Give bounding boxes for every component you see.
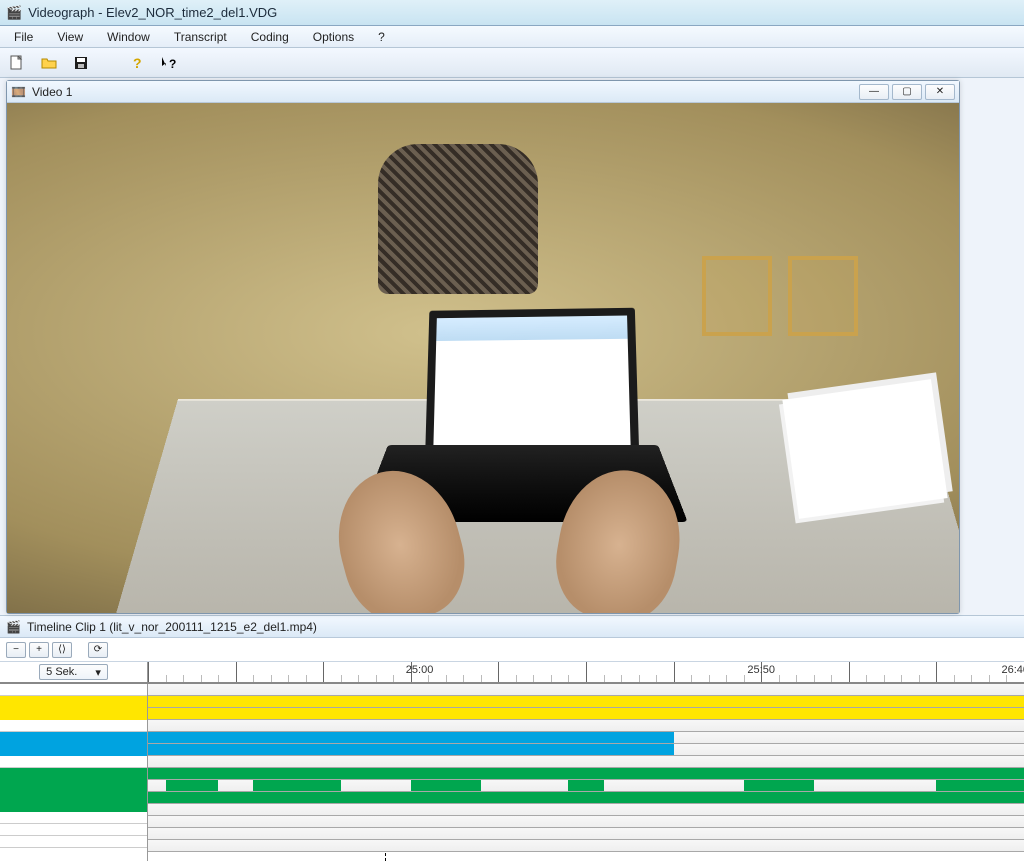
track-label-column: [0, 684, 148, 861]
track-row[interactable]: [148, 732, 1024, 744]
segment[interactable]: [148, 732, 674, 743]
segment[interactable]: [148, 708, 1024, 719]
track-label-blue[interactable]: [0, 732, 147, 756]
track-row[interactable]: [148, 792, 1024, 804]
track-row[interactable]: [148, 744, 1024, 756]
markers-button[interactable]: ⟨⟩: [52, 642, 72, 658]
video-window-titlebar[interactable]: 🎞️ Video 1 — ▢ ✕: [7, 81, 959, 103]
track-row[interactable]: [148, 816, 1024, 828]
open-file-button[interactable]: [38, 52, 60, 74]
chevron-down-icon: ▾: [95, 666, 101, 679]
timescale-dropdown[interactable]: 5 Sek. ▾: [39, 664, 108, 680]
track-row[interactable]: [148, 708, 1024, 720]
titlebar: 🎬 Videograph - Elev2_NOR_time2_del1.VDG: [0, 0, 1024, 26]
segment[interactable]: [568, 780, 603, 791]
save-icon: [73, 55, 89, 71]
menu-options[interactable]: Options: [303, 28, 364, 46]
menu-help[interactable]: ?: [368, 28, 395, 46]
zoom-out-button[interactable]: −: [6, 642, 26, 658]
reset-icon: ⟳: [94, 644, 102, 655]
track-label-green[interactable]: [0, 768, 147, 812]
segment[interactable]: [744, 780, 814, 791]
segment[interactable]: [166, 780, 219, 791]
svg-text:?: ?: [169, 57, 176, 71]
reset-button[interactable]: ⟳: [88, 642, 108, 658]
app-icon: 🎬: [6, 5, 22, 21]
minimize-icon: —: [869, 87, 879, 97]
timeline-titlebar[interactable]: 🎬 Timeline Clip 1 (lit_v_nor_200111_1215…: [0, 616, 1024, 638]
timeline-tracks[interactable]: [148, 684, 1024, 861]
video-window-icon: 🎞️: [11, 85, 26, 99]
help-icon: ?: [129, 55, 145, 71]
plus-icon: +: [36, 644, 42, 655]
timeline-ruler[interactable]: 25:00 25:50 26:40: [148, 662, 1024, 682]
new-file-button[interactable]: [6, 52, 28, 74]
track-row[interactable]: [148, 756, 1024, 768]
segment[interactable]: [148, 744, 674, 755]
svg-text:?: ?: [133, 55, 142, 71]
segment[interactable]: [253, 780, 341, 791]
timeline-title-text: Timeline Clip 1 (lit_v_nor_200111_1215_e…: [27, 620, 317, 634]
menu-transcript[interactable]: Transcript: [164, 28, 237, 46]
maximize-icon: ▢: [902, 87, 911, 97]
menu-coding[interactable]: Coding: [241, 28, 299, 46]
segment[interactable]: [148, 768, 1024, 779]
segment[interactable]: [411, 780, 481, 791]
timeline-controls: − + ⟨⟩ ⟳: [0, 638, 1024, 662]
close-icon: ✕: [936, 87, 944, 97]
track-row[interactable]: [148, 828, 1024, 840]
toolbar: ? ?: [0, 48, 1024, 78]
save-button[interactable]: [70, 52, 92, 74]
menubar: File View Window Transcript Coding Optio…: [0, 26, 1024, 48]
timeline-panel: 🎬 Timeline Clip 1 (lit_v_nor_200111_1215…: [0, 616, 1024, 861]
menu-window[interactable]: Window: [97, 28, 160, 46]
track-row[interactable]: [148, 780, 1024, 792]
timeline-body: [0, 684, 1024, 861]
open-folder-icon: [41, 55, 57, 71]
segment[interactable]: [936, 780, 1024, 791]
timeline-icon: 🎬: [6, 620, 21, 634]
menu-view[interactable]: View: [47, 28, 93, 46]
segment[interactable]: [148, 792, 1024, 803]
track-row[interactable]: [148, 720, 1024, 732]
track-row[interactable]: [148, 804, 1024, 816]
timeline-ruler-row: 5 Sek. ▾ 25:00 25:50 26:40: [0, 662, 1024, 684]
menu-file[interactable]: File: [4, 28, 43, 46]
track-row[interactable]: [148, 696, 1024, 708]
maximize-button[interactable]: ▢: [892, 84, 922, 100]
video-frame-content: [7, 103, 959, 613]
ruler-label: 26:40: [1001, 664, 1024, 676]
new-file-icon: [9, 55, 25, 71]
minus-icon: −: [13, 644, 19, 655]
track-label-yellow[interactable]: [0, 696, 147, 720]
track-row[interactable]: [148, 840, 1024, 852]
mdi-area: 🎞️ Video 1 — ▢ ✕: [0, 78, 1024, 616]
help-button[interactable]: ?: [126, 52, 148, 74]
timeline-scale-selector-area: 5 Sek. ▾: [0, 662, 148, 682]
close-button[interactable]: ✕: [925, 84, 955, 100]
app-title: Videograph - Elev2_NOR_time2_del1.VDG: [28, 5, 277, 20]
timescale-value: 5 Sek.: [46, 666, 77, 678]
track-row[interactable]: [148, 768, 1024, 780]
minimize-button[interactable]: —: [859, 84, 889, 100]
video-window-title: Video 1: [32, 85, 72, 99]
track-row[interactable]: [148, 684, 1024, 696]
zoom-in-button[interactable]: +: [29, 642, 49, 658]
video-viewport[interactable]: [7, 103, 959, 613]
video-window: 🎞️ Video 1 — ▢ ✕: [6, 80, 960, 614]
whats-this-button[interactable]: ?: [158, 52, 180, 74]
ruler-label: 25:00: [406, 664, 434, 676]
whats-this-icon: ?: [160, 55, 178, 71]
segment[interactable]: [148, 696, 1024, 707]
markers-icon: ⟨⟩: [58, 644, 66, 655]
ruler-label: 25:50: [747, 664, 775, 676]
